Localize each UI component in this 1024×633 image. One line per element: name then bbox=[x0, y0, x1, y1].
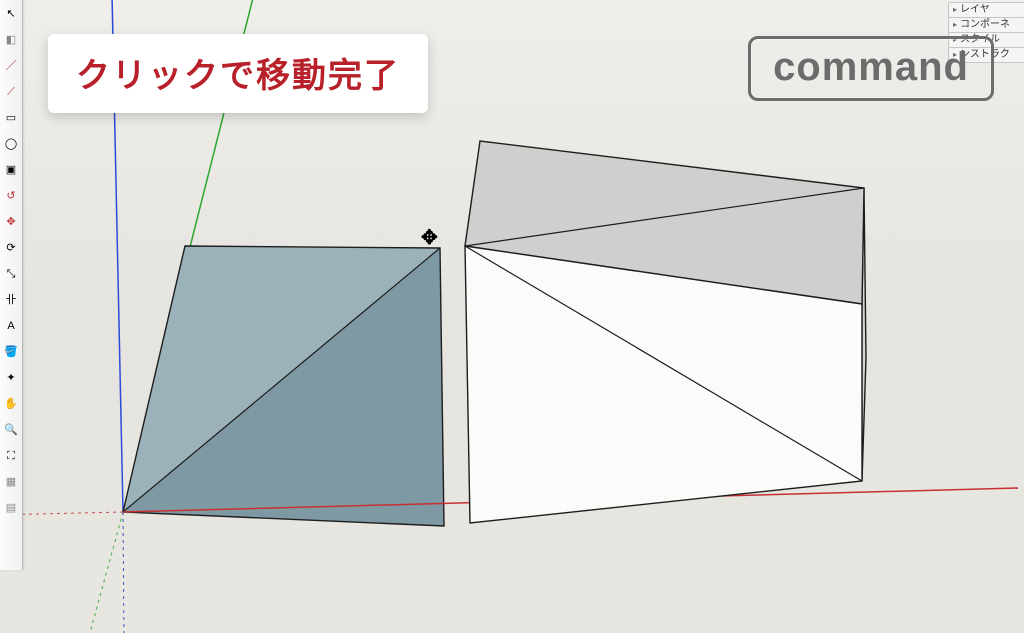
axis-blue-neg bbox=[123, 512, 124, 633]
zoom-icon: 🔍 bbox=[4, 425, 18, 436]
tool-rectangle[interactable]: ▭ bbox=[2, 106, 20, 130]
viewport-3d[interactable]: ✥ ↖ ◧ ／ ⟋ ▭ ◯ ▣ ↺ ✥ ⟳ ⤡ 卝 A 🪣 ✦ ✋ 🔍 ⛶ ▦ … bbox=[0, 0, 1024, 633]
tool-scale[interactable]: ⤡ bbox=[2, 262, 20, 286]
modifier-key-box: command bbox=[748, 36, 994, 101]
scale-icon: ⤡ bbox=[7, 269, 16, 280]
circle-icon: ◯ bbox=[5, 139, 17, 150]
tool-select[interactable]: ↖ bbox=[2, 2, 20, 26]
tool-paint[interactable]: 🪣 bbox=[2, 340, 20, 364]
tool-zoom-ext[interactable]: ⛶ bbox=[2, 444, 20, 468]
text-icon: A bbox=[7, 321, 14, 332]
tool-rotate[interactable]: ⟳ bbox=[2, 236, 20, 260]
tool-zoom[interactable]: 🔍 bbox=[2, 418, 20, 442]
tool-pushpull[interactable]: ▣ bbox=[2, 158, 20, 182]
eraser-icon: ◧ bbox=[6, 35, 16, 46]
tool-tape[interactable]: 卝 bbox=[2, 288, 20, 312]
modifier-key-label: command bbox=[773, 45, 969, 89]
misc-icon: ▦ bbox=[6, 477, 16, 488]
toolbar-left: ↖ ◧ ／ ⟋ ▭ ◯ ▣ ↺ ✥ ⟳ ⤡ 卝 A 🪣 ✦ ✋ 🔍 ⛶ ▦ ▤ bbox=[0, 0, 23, 570]
tool-line[interactable]: ／ bbox=[2, 54, 20, 78]
move-icon: ✥ bbox=[6, 217, 15, 228]
pan-icon: ✋ bbox=[4, 399, 18, 410]
tool-move[interactable]: ✥ bbox=[2, 210, 20, 234]
arc-icon: ⟋ bbox=[7, 87, 15, 98]
chevron-right-icon: ▸ bbox=[953, 3, 957, 17]
tutorial-caption-box: クリックで移動完了 bbox=[48, 34, 428, 113]
tool-slot-20[interactable]: ▤ bbox=[2, 496, 20, 520]
tool-eraser[interactable]: ◧ bbox=[2, 28, 20, 52]
tool-orbit[interactable]: ✦ bbox=[2, 366, 20, 390]
zoom-extents-icon: ⛶ bbox=[7, 451, 15, 462]
tool-circle[interactable]: ◯ bbox=[2, 132, 20, 156]
panel-tab-label: レイヤ bbox=[960, 3, 990, 17]
orbit-icon: ✦ bbox=[6, 373, 15, 384]
tape-icon: 卝 bbox=[6, 295, 17, 306]
rotate-icon: ⟳ bbox=[6, 243, 15, 254]
chevron-right-icon: ▸ bbox=[953, 18, 957, 32]
axis-green-neg bbox=[88, 512, 123, 633]
cursor-icon: ↖ bbox=[6, 9, 15, 20]
offset-icon: ↺ bbox=[6, 191, 15, 202]
tutorial-caption-text: クリックで移動完了 bbox=[76, 57, 400, 95]
tool-arc[interactable]: ⟋ bbox=[2, 80, 20, 104]
rectangle-icon: ▭ bbox=[6, 113, 16, 124]
misc2-icon: ▤ bbox=[6, 503, 16, 514]
panel-tab-components[interactable]: ▸コンポーネ bbox=[948, 17, 1024, 33]
pushpull-icon: ▣ bbox=[6, 165, 16, 176]
tool-offset[interactable]: ↺ bbox=[2, 184, 20, 208]
paint-icon: 🪣 bbox=[4, 347, 18, 358]
panel-tab-layers[interactable]: ▸レイヤ bbox=[948, 2, 1024, 18]
panel-tab-label: コンポーネ bbox=[960, 18, 1010, 32]
pencil-icon: ／ bbox=[6, 61, 17, 72]
tool-text[interactable]: A bbox=[2, 314, 20, 338]
tool-slot-19[interactable]: ▦ bbox=[2, 470, 20, 494]
tool-pan[interactable]: ✋ bbox=[2, 392, 20, 416]
